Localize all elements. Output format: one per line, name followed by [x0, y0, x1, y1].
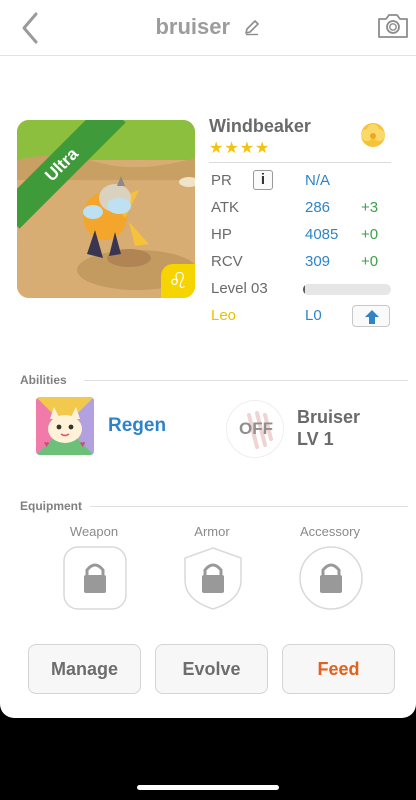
header-bar: bruiser: [0, 0, 416, 56]
info-button[interactable]: i: [253, 170, 273, 190]
abilities-divider: [84, 380, 408, 381]
accessory-slot-label: Accessory: [300, 524, 360, 539]
up-arrow-icon: [365, 310, 379, 324]
equipment-divider: [90, 506, 408, 507]
armor-slot-label: Armor: [194, 524, 230, 539]
monster-detail-screen: bruiser Ultra ♌ Windbeaker ★★★★ PR i N/A…: [0, 0, 416, 718]
stat-row-pr: PR i N/A: [211, 170, 401, 194]
stat-row-level: Level 03: [211, 280, 401, 302]
abilities-section-label: Abilities: [20, 373, 67, 387]
monster-portrait[interactable]: Ultra ♌: [17, 120, 195, 298]
name-divider: [209, 162, 391, 163]
page-title[interactable]: bruiser: [155, 14, 230, 40]
weapon-slot-label: Weapon: [69, 524, 119, 539]
stat-label: ATK: [211, 199, 240, 216]
wind-element-icon: [356, 120, 390, 150]
star-rating: ★★★★: [209, 140, 271, 157]
skill-name: Bruiser: [297, 407, 361, 427]
accessory-slot[interactable]: [299, 546, 363, 610]
equipment-section-label: Equipment: [20, 499, 82, 513]
stat-label: RCV: [211, 253, 243, 270]
svg-text:♥: ♥: [44, 439, 49, 449]
stat-bonus: +3: [361, 199, 379, 216]
stat-row-hp: HP 4085 +0: [211, 226, 401, 248]
weapon-slot[interactable]: [63, 546, 127, 610]
stat-bonus: +0: [361, 226, 379, 243]
skill-level: LV 1: [297, 429, 334, 449]
stat-value: N/A: [305, 172, 331, 189]
regen-ability-icon[interactable]: ♥ ♥: [36, 397, 94, 455]
sign-upgrade-button[interactable]: [352, 305, 390, 327]
stat-row-sign: Leo L0: [211, 305, 401, 329]
monster-name: Windbeaker: [209, 116, 311, 136]
skill-name-group: Bruiser LV 1: [297, 406, 360, 450]
pencil-icon[interactable]: [243, 18, 261, 36]
leo-sign-icon: ♌: [161, 264, 195, 298]
evolve-button[interactable]: Evolve: [155, 644, 268, 694]
stat-row-rcv: RCV 309 +0: [211, 253, 401, 275]
feed-button[interactable]: Feed: [282, 644, 395, 694]
stat-value: 286: [305, 199, 331, 216]
stat-value: 4085: [305, 226, 339, 243]
manage-button[interactable]: Manage: [28, 644, 141, 694]
skill-toggle-label: OFF: [239, 419, 273, 438]
ability-name[interactable]: Regen: [108, 415, 166, 437]
stat-label: PR: [211, 172, 232, 189]
armor-slot[interactable]: [181, 546, 245, 610]
stat-value: 309: [305, 253, 331, 270]
skill-toggle[interactable]: OFF: [226, 400, 284, 458]
title-group: bruiser: [0, 14, 416, 40]
stat-bonus: +0: [361, 253, 379, 270]
level-progress-bar: [303, 284, 391, 295]
camera-icon[interactable]: [376, 12, 410, 40]
level-label: Level 03: [211, 280, 268, 297]
stat-row-atk: ATK 286 +3: [211, 199, 401, 221]
level-progress-fill: [303, 284, 305, 295]
sign-label: Leo: [211, 307, 237, 324]
svg-text:♥: ♥: [80, 439, 85, 449]
sign-level-value: L0: [305, 307, 322, 324]
stat-label: HP: [211, 226, 232, 243]
home-indicator[interactable]: [137, 785, 279, 790]
